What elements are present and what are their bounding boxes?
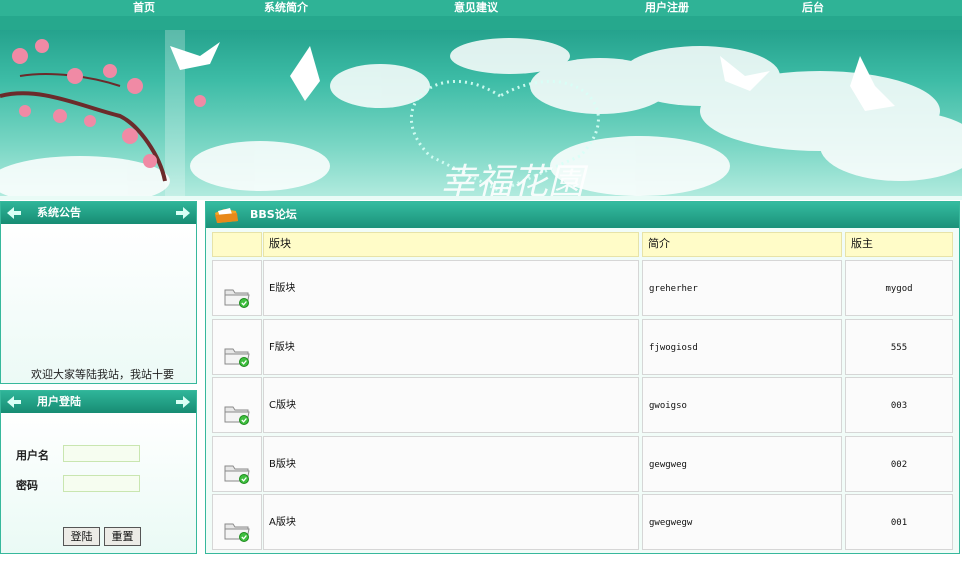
svg-text:幸福花園: 幸福花園 (440, 162, 589, 200)
password-label: 密码 (16, 479, 38, 492)
arrow-ornament-icon (7, 396, 21, 408)
notice-title: 系统公告 (37, 206, 81, 219)
login-button[interactable]: 登陆 (63, 527, 100, 546)
table-row-icon-cell (212, 318, 262, 375)
nav-admin[interactable]: 后台 (802, 0, 824, 16)
board-description: fjwogiosd (642, 318, 842, 375)
table-header-owner: 版主 (845, 232, 953, 257)
forum-title: BBS论坛 (250, 208, 297, 221)
nav-feedback[interactable]: 意见建议 (454, 0, 498, 16)
login-form: 用户名 密码 登陆 重置 (1, 413, 196, 553)
forum-header: BBS论坛 (206, 202, 959, 228)
table-header-board: 版块 (263, 232, 639, 257)
notice-header: 系统公告 (1, 202, 196, 224)
forum-panel: BBS论坛 版块 简介 版主 E版块 greherher mygod F版块 fjwog… (205, 201, 960, 554)
board-description: gwegwegw (642, 494, 842, 550)
folder-icon (224, 512, 250, 542)
table-row-icon-cell (212, 260, 262, 316)
nav-register[interactable]: 用户注册 (645, 0, 689, 16)
table-row-icon-cell (212, 435, 262, 492)
site-banner: 幸福花園 (0, 16, 962, 200)
board-owner: mygod (845, 260, 953, 316)
arrow-ornament-icon (7, 207, 21, 219)
nav-home[interactable]: 首页 (133, 0, 155, 16)
notice-marquee-text: 欢迎大家等陆我站，我站十要 (31, 368, 174, 381)
top-nav: 首页 系统简介 意见建议 用户注册 后台 (0, 0, 962, 16)
forum-folder-icon (215, 208, 238, 223)
table-row-icon-cell (212, 377, 262, 433)
reset-button[interactable]: 重置 (104, 527, 141, 546)
board-owner: 003 (845, 377, 953, 433)
folder-icon (224, 337, 250, 367)
board-name-link[interactable]: B版块 (263, 435, 639, 492)
arrow-ornament-icon (176, 396, 190, 408)
folder-icon (224, 454, 250, 484)
login-header: 用户登陆 (1, 391, 196, 413)
board-owner: 555 (845, 318, 953, 375)
table-header-desc: 简介 (642, 232, 842, 257)
arrow-ornament-icon (176, 207, 190, 219)
nav-intro[interactable]: 系统简介 (264, 0, 308, 16)
board-name-link[interactable]: E版块 (263, 260, 639, 316)
table-header-icon-cell (212, 232, 262, 257)
notice-panel: 系统公告 欢迎大家等陆我站，我站十要 (0, 201, 197, 384)
board-owner: 001 (845, 494, 953, 550)
folder-icon (224, 395, 250, 425)
login-title: 用户登陆 (37, 395, 81, 408)
board-description: gwoigso (642, 377, 842, 433)
password-input[interactable] (63, 475, 140, 492)
table-row-icon-cell (212, 494, 262, 550)
board-description: gewgweg (642, 435, 842, 492)
folder-icon (224, 278, 250, 308)
board-description: greherher (642, 260, 842, 316)
login-panel: 用户登陆 用户名 密码 登陆 重置 (0, 390, 197, 554)
board-name-link[interactable]: A版块 (263, 494, 639, 550)
username-label: 用户名 (16, 449, 49, 462)
board-name-link[interactable]: C版块 (263, 377, 639, 433)
board-owner: 002 (845, 435, 953, 492)
notice-body: 欢迎大家等陆我站，我站十要 (1, 224, 196, 383)
board-name-link[interactable]: F版块 (263, 318, 639, 375)
banner-artwork: 幸福花園 (0, 30, 962, 200)
username-input[interactable] (63, 445, 140, 462)
